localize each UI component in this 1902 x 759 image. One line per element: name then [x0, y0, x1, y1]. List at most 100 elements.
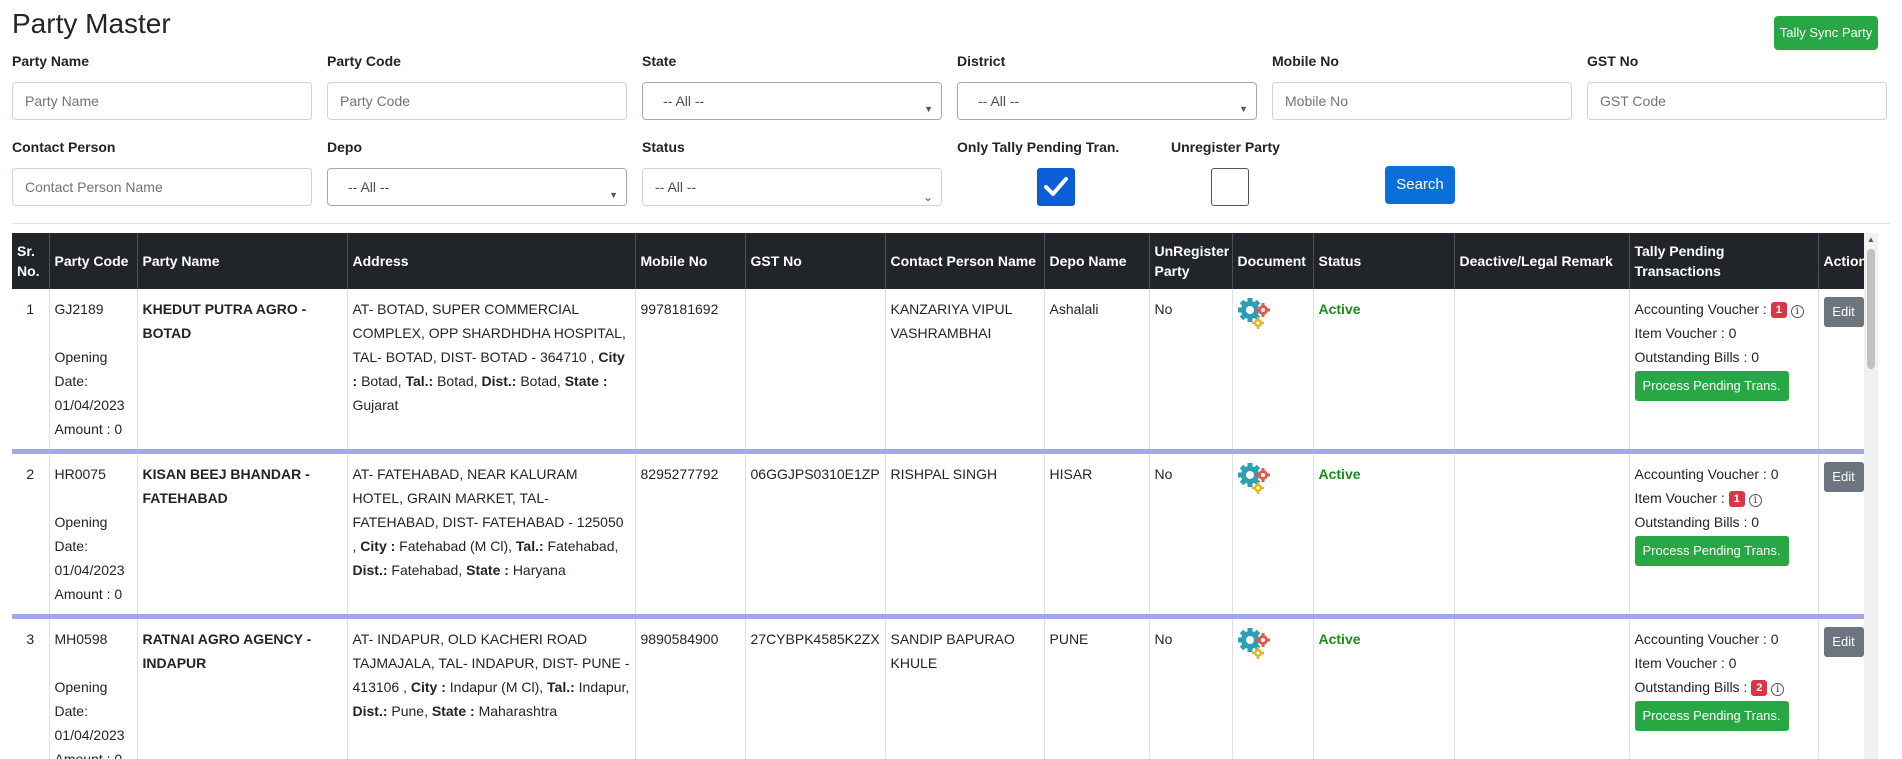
- address-text: AT- BOTAD, SUPER COMMERCIAL COMPLEX, OPP…: [352, 301, 626, 365]
- city-label: City :: [360, 538, 396, 554]
- cell-contact-person: KANZARIYA VIPUL VASHRAMBHAI: [885, 289, 1045, 452]
- cell-gst-no: [745, 289, 886, 452]
- outstanding-bills: Outstanding Bills : 0: [1634, 349, 1760, 365]
- cell-tally-pending: Accounting Voucher : 0 Item Voucher : 1 …: [1629, 451, 1819, 617]
- search-button[interactable]: Search: [1385, 166, 1455, 204]
- cell-document: [1232, 616, 1314, 759]
- district-label: District: [957, 53, 1006, 69]
- state-label: State :: [466, 562, 509, 578]
- status-label: Status: [642, 139, 685, 155]
- col-contact-person: Contact Person Name: [885, 233, 1045, 289]
- cell-contact-person: SANDIP BAPURAO KHULE: [885, 616, 1045, 759]
- dist-value: Fatehabad,: [391, 562, 463, 578]
- state-value: Gujarat: [352, 397, 399, 413]
- only-tally-pending-checkbox[interactable]: [1037, 168, 1075, 206]
- opening-date-label: Opening Date:: [54, 349, 108, 389]
- col-remark: Deactive/Legal Remark: [1454, 233, 1630, 289]
- tal-label: Tal.:: [547, 679, 575, 695]
- scroll-up-icon[interactable]: ▲: [1867, 235, 1875, 244]
- status-badge: Active: [1318, 301, 1361, 317]
- edit-button[interactable]: Edit: [1823, 462, 1864, 492]
- state-select[interactable]: -- All -- ▼: [642, 82, 942, 120]
- gears-icon[interactable]: [1237, 627, 1272, 661]
- status-select[interactable]: -- All -- ⌄: [642, 168, 942, 206]
- party-table: Sr. No. Party Code Party Name Address Mo…: [12, 233, 1875, 759]
- cell-party-code: HR0075 Opening Date: 01/04/2023 Amount :…: [49, 451, 138, 617]
- col-status: Status: [1313, 233, 1455, 289]
- tal-value: Botad,: [437, 373, 478, 389]
- party-table-container: Sr. No. Party Code Party Name Address Mo…: [12, 233, 1878, 759]
- scrollbar-thumb[interactable]: [1867, 249, 1875, 369]
- edit-button[interactable]: Edit: [1823, 297, 1864, 327]
- table-scrollbar[interactable]: ▲: [1864, 233, 1878, 759]
- city-label: City :: [410, 679, 446, 695]
- dist-label: Dist.:: [352, 703, 388, 719]
- dist-label: Dist.:: [481, 373, 517, 389]
- cell-mobile-no: 8295277792: [635, 451, 746, 617]
- accounting-voucher: Accounting Voucher : 0: [1634, 466, 1779, 482]
- col-party-code: Party Code: [49, 233, 138, 289]
- only-tally-pending-label: Only Tally Pending Tran.: [957, 139, 1120, 155]
- cell-depo-name: Ashalali: [1044, 289, 1150, 452]
- check-icon: [1044, 177, 1068, 196]
- caret-down-icon: ▼: [609, 190, 618, 200]
- unregister-party-checkbox[interactable]: [1211, 168, 1249, 206]
- col-tally-pending: Tally Pending Transactions: [1629, 233, 1819, 289]
- mobile-no-label: Mobile No: [1272, 53, 1339, 69]
- info-icon[interactable]: i: [1771, 683, 1785, 696]
- contact-person-input[interactable]: Contact Person Name: [12, 168, 312, 206]
- info-icon[interactable]: i: [1790, 305, 1804, 318]
- mobile-no-input[interactable]: Mobile No: [1272, 82, 1572, 120]
- cell-address: AT- BOTAD, SUPER COMMERCIAL COMPLEX, OPP…: [347, 289, 636, 452]
- col-gst-no: GST No: [745, 233, 886, 289]
- cell-gst-no: 27CYBPK4585K2ZX: [745, 616, 886, 759]
- state-value: Maharashtra: [478, 703, 558, 719]
- tal-value: Indapur,: [578, 679, 630, 695]
- cell-party-code: GJ2189 Opening Date: 01/04/2023 Amount :…: [49, 289, 138, 452]
- edit-button[interactable]: Edit: [1823, 627, 1864, 657]
- opening-date-label: Opening Date:: [54, 514, 108, 554]
- outstanding-bills: Outstanding Bills : 2 i: [1635, 675, 1813, 699]
- gears-icon[interactable]: [1237, 297, 1272, 331]
- tally-sync-party-button[interactable]: Tally Sync Party: [1774, 16, 1878, 50]
- gears-icon[interactable]: [1237, 462, 1272, 496]
- accounting-voucher: Accounting Voucher : 1 i: [1635, 297, 1813, 321]
- pending-count-badge: 1: [1728, 491, 1745, 507]
- process-pending-button[interactable]: Process Pending Trans.: [1634, 371, 1789, 401]
- district-select[interactable]: -- All -- ▼: [957, 82, 1257, 120]
- dist-value: Pune,: [391, 703, 428, 719]
- cell-document: [1232, 451, 1314, 617]
- party-code-input[interactable]: Party Code: [327, 82, 627, 120]
- cell-mobile-no: 9890584900: [635, 616, 746, 759]
- table-row: 3 MH0598 Opening Date: 01/04/2023 Amount…: [12, 616, 1875, 759]
- cell-party-code: MH0598 Opening Date: 01/04/2023 Amount :…: [49, 616, 138, 759]
- depo-select[interactable]: -- All -- ▼: [327, 168, 627, 206]
- process-pending-button[interactable]: Process Pending Trans.: [1634, 701, 1789, 731]
- page-title: Party Master: [12, 8, 171, 39]
- info-icon[interactable]: i: [1748, 494, 1762, 507]
- party-name-input[interactable]: Party Name: [12, 82, 312, 120]
- item-voucher: Item Voucher : 0: [1634, 325, 1737, 341]
- opening-date-label: Opening Date:: [54, 679, 108, 719]
- cell-status: Active: [1313, 451, 1455, 617]
- party-code-value: HR0075: [54, 466, 106, 482]
- party-code-value: MH0598: [54, 631, 108, 647]
- tal-label: Tal.:: [515, 538, 544, 554]
- dist-value: Botad,: [520, 373, 561, 389]
- cell-remark: [1454, 451, 1630, 617]
- tal-label: Tal.:: [405, 373, 434, 389]
- contact-person-label: Contact Person: [12, 139, 116, 155]
- table-row: 2 HR0075 Opening Date: 01/04/2023 Amount…: [12, 451, 1875, 617]
- state-label: State :: [564, 373, 608, 389]
- city-value: Fatehabad (M Cl),: [399, 538, 512, 554]
- state-value: Haryana: [512, 562, 566, 578]
- gst-no-input[interactable]: GST Code: [1587, 82, 1887, 120]
- cell-sr-no: 1: [12, 289, 50, 452]
- process-pending-button[interactable]: Process Pending Trans.: [1634, 536, 1789, 566]
- cell-sr-no: 3: [12, 616, 50, 759]
- col-mobile-no: Mobile No: [635, 233, 746, 289]
- cell-unregister: No: [1149, 451, 1233, 617]
- cell-unregister: No: [1149, 616, 1233, 759]
- party-code-value: GJ2189: [54, 301, 104, 317]
- party-code-label: Party Code: [327, 53, 401, 69]
